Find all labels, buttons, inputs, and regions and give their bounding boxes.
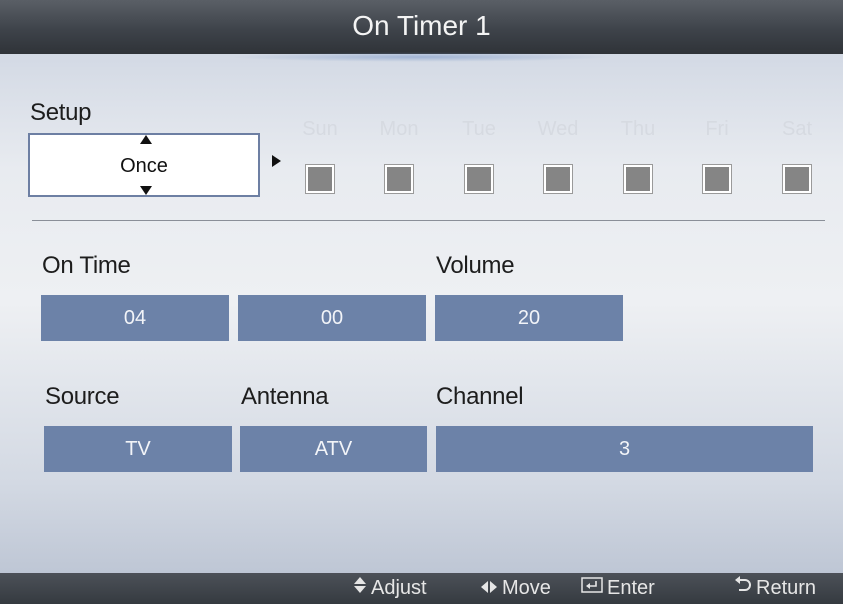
footer-move-label: Move <box>502 577 551 599</box>
source-field[interactable]: TV <box>44 426 232 472</box>
on-time-hour-field[interactable]: 04 <box>41 295 229 341</box>
day-label-sun: Sun <box>302 118 338 140</box>
day-label-tue: Tue <box>462 118 496 140</box>
footer-enter-label: Enter <box>607 577 655 599</box>
day-checkbox-sun[interactable] <box>306 165 334 193</box>
source-label: Source <box>45 383 120 410</box>
on-time-minute-field[interactable]: 00 <box>238 295 426 341</box>
return-icon <box>734 573 752 604</box>
left-right-arrows-icon <box>480 573 498 604</box>
channel-field[interactable]: 3 <box>436 426 813 472</box>
day-checkbox-fri[interactable] <box>703 165 731 193</box>
footer-move[interactable]: Move <box>480 573 551 604</box>
volume-field[interactable]: 20 <box>435 295 623 341</box>
setup-label: Setup <box>30 99 92 126</box>
title-glow <box>230 52 610 62</box>
on-timer-dialog: On Timer 1 Setup Once Sun Mon Tue Wed Th… <box>0 0 843 604</box>
day-checkbox-sat[interactable] <box>783 165 811 193</box>
volume-label: Volume <box>436 252 515 279</box>
enter-icon <box>581 573 603 604</box>
channel-label: Channel <box>436 383 524 410</box>
footer-enter[interactable]: Enter <box>581 573 655 604</box>
antenna-field[interactable]: ATV <box>240 426 427 472</box>
day-checkbox-wed[interactable] <box>544 165 572 193</box>
day-label-mon: Mon <box>379 118 419 140</box>
day-label-sat: Sat <box>781 118 813 140</box>
arrow-right-icon <box>272 155 281 167</box>
on-time-label: On Time <box>42 252 131 279</box>
day-checkbox-thu[interactable] <box>624 165 652 193</box>
footer-adjust-label: Adjust <box>371 577 427 599</box>
up-down-arrows-icon <box>353 573 367 604</box>
setup-selector[interactable]: Once <box>28 133 260 197</box>
day-checkbox-mon[interactable] <box>385 165 413 193</box>
day-checkbox-tue[interactable] <box>465 165 493 193</box>
day-label-thu: Thu <box>620 118 656 140</box>
setup-value: Once <box>120 155 168 177</box>
section-divider <box>32 220 825 221</box>
footer-bar: Adjust Move Enter Return <box>0 573 843 604</box>
day-label-fri: Fri <box>705 118 729 140</box>
antenna-label: Antenna <box>241 383 329 410</box>
arrow-up-icon[interactable] <box>140 135 152 144</box>
dialog-title: On Timer 1 <box>0 0 843 54</box>
footer-return-label: Return <box>756 577 817 599</box>
footer-adjust[interactable]: Adjust <box>353 573 427 604</box>
arrow-down-icon[interactable] <box>140 186 152 195</box>
footer-return[interactable]: Return <box>734 573 816 604</box>
day-label-wed: Wed <box>537 118 579 140</box>
